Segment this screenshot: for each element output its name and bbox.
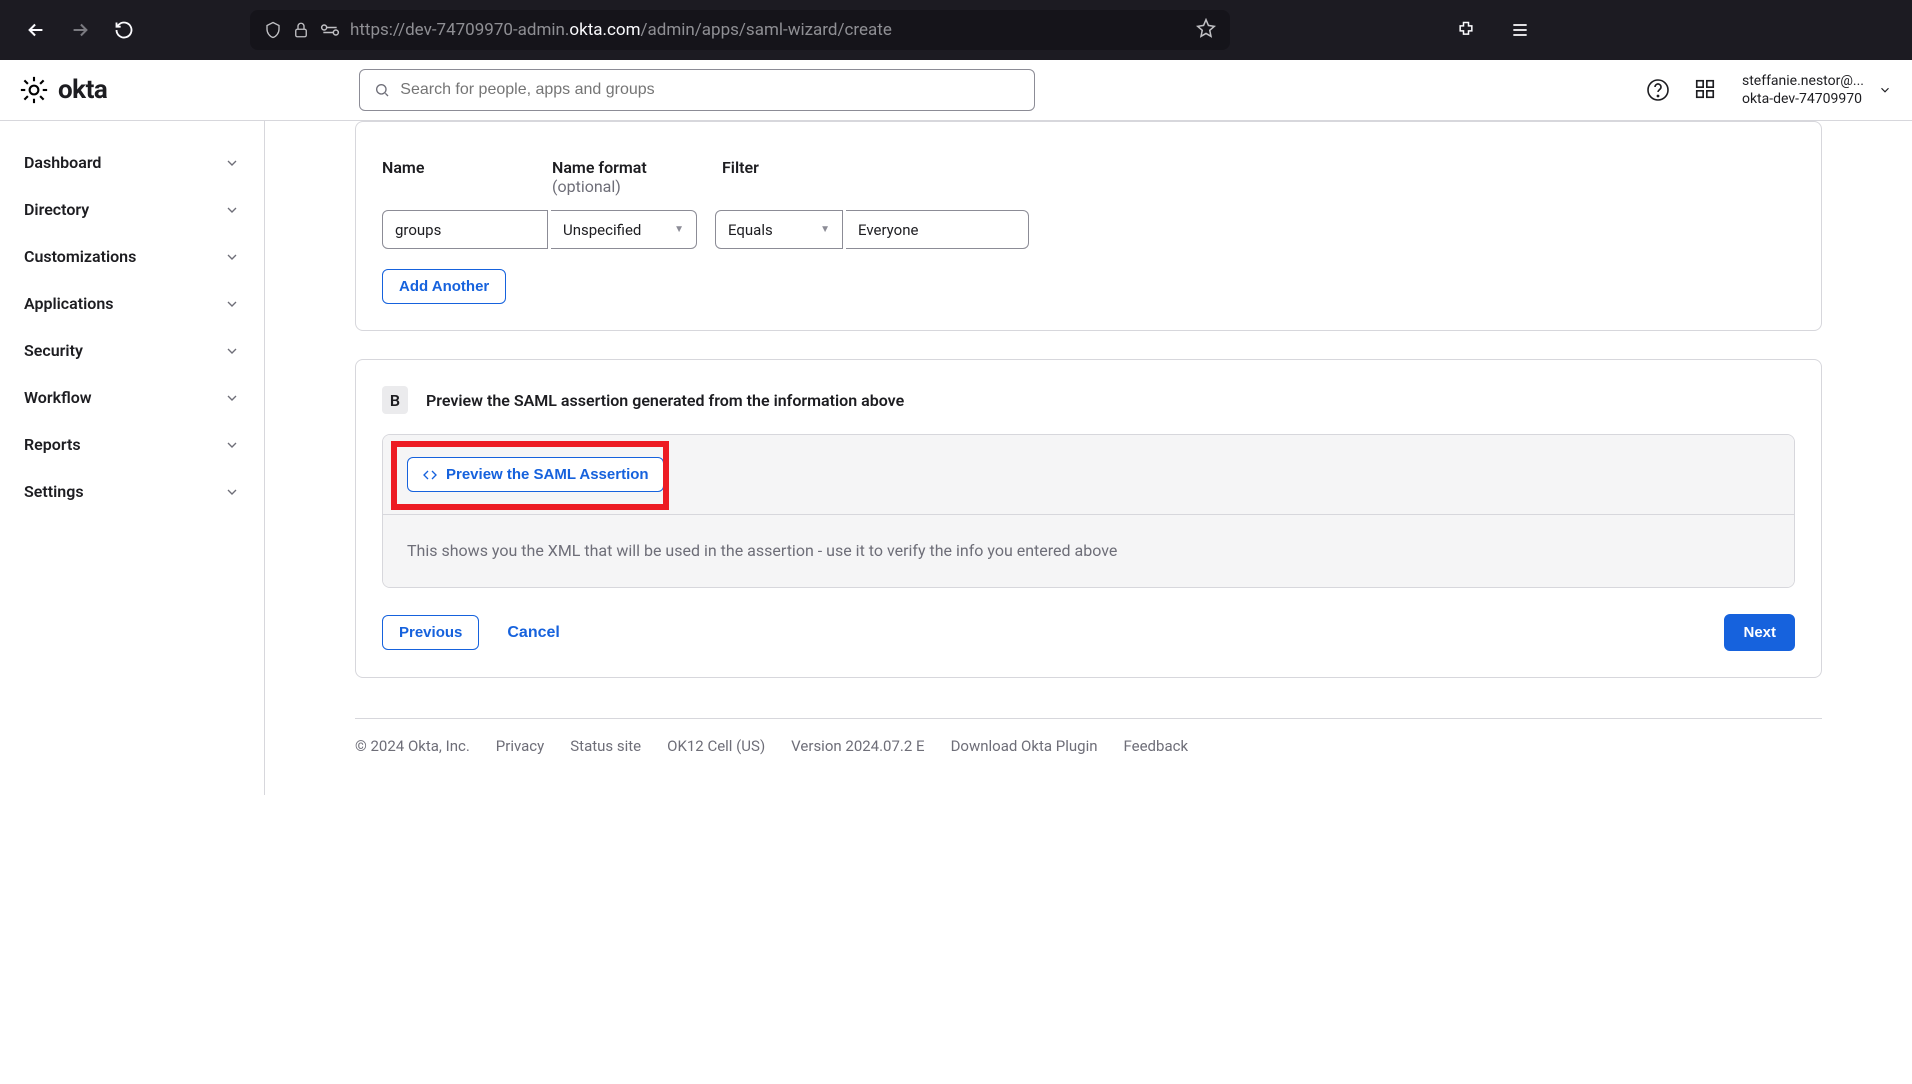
url-text: https://dev-74709970-admin.okta.com/admi… [350, 20, 892, 40]
previous-button[interactable]: Previous [382, 615, 479, 650]
group-attribute-card: Name Name format(optional) Filter groups… [355, 121, 1822, 331]
attr-name-input[interactable]: groups [382, 210, 548, 249]
okta-wordmark: okta [58, 75, 107, 105]
sidebar-item-reports[interactable]: Reports [0, 421, 264, 468]
page-footer: © 2024 Okta, Inc. Privacy Status site OK… [355, 718, 1822, 755]
footer-link-version[interactable]: Version 2024.07.2 E [791, 737, 924, 755]
chevron-down-icon [224, 202, 240, 218]
dropdown-arrow-icon: ▼ [820, 224, 830, 235]
back-button[interactable] [18, 12, 54, 48]
add-another-button[interactable]: Add Another [382, 269, 506, 304]
sidebar-nav: Dashboard Directory Customizations Appli… [0, 121, 265, 795]
chevron-down-icon [224, 296, 240, 312]
search-icon [374, 82, 390, 98]
chevron-down-icon [224, 484, 240, 500]
hamburger-menu-icon[interactable] [1502, 12, 1538, 48]
main-content: Name Name format(optional) Filter groups… [265, 121, 1912, 795]
app-header: okta steffanie.nestor@... okta-dev-74709… [0, 60, 1912, 121]
okta-logo[interactable]: okta [20, 75, 107, 105]
user-email: steffanie.nestor@... [1742, 72, 1864, 90]
search-input[interactable] [400, 81, 1020, 99]
section-b-title: Preview the SAML assertion generated fro… [426, 391, 904, 410]
user-org: okta-dev-74709970 [1742, 90, 1864, 108]
footer-link-cell[interactable]: OK12 Cell (US) [667, 737, 765, 755]
footer-link-privacy[interactable]: Privacy [496, 737, 544, 755]
apps-grid-icon[interactable] [1694, 78, 1718, 102]
footer-link-plugin[interactable]: Download Okta Plugin [951, 737, 1098, 755]
code-icon [422, 467, 438, 483]
sidebar-item-settings[interactable]: Settings [0, 468, 264, 515]
sidebar-item-applications[interactable]: Applications [0, 280, 264, 327]
shield-icon [264, 21, 282, 39]
dropdown-arrow-icon: ▼ [674, 224, 684, 235]
chevron-down-icon [224, 155, 240, 171]
chevron-down-icon [224, 343, 240, 359]
user-menu[interactable]: steffanie.nestor@... okta-dev-74709970 [1742, 72, 1892, 108]
chevron-down-icon [224, 437, 240, 453]
chevron-down-icon [1878, 83, 1892, 97]
footer-link-status[interactable]: Status site [570, 737, 641, 755]
preview-saml-card: B Preview the SAML assertion generated f… [355, 359, 1822, 678]
chevron-down-icon [224, 249, 240, 265]
section-badge: B [382, 386, 408, 414]
sidebar-item-dashboard[interactable]: Dashboard [0, 139, 264, 186]
bookmark-star-icon[interactable] [1196, 18, 1216, 42]
help-icon[interactable] [1646, 78, 1670, 102]
sidebar-item-directory[interactable]: Directory [0, 186, 264, 233]
sidebar-item-workflow[interactable]: Workflow [0, 374, 264, 421]
browser-toolbar: https://dev-74709970-admin.okta.com/admi… [0, 0, 1912, 60]
attr-format-select[interactable]: Unspecified▼ [551, 210, 697, 249]
attr-value-input[interactable]: Everyone [846, 210, 1029, 249]
footer-link-feedback[interactable]: Feedback [1124, 737, 1189, 755]
extensions-icon[interactable] [1448, 12, 1484, 48]
okta-sun-icon [20, 76, 48, 104]
address-bar[interactable]: https://dev-74709970-admin.okta.com/admi… [250, 10, 1230, 50]
reload-button[interactable] [106, 12, 142, 48]
column-header-format: Name format(optional) [552, 158, 722, 196]
copyright: © 2024 Okta, Inc. [355, 737, 470, 755]
column-header-name: Name [382, 158, 552, 196]
next-button[interactable]: Next [1724, 614, 1795, 651]
preview-saml-button[interactable]: Preview the SAML Assertion [407, 457, 664, 492]
lock-icon [292, 21, 310, 39]
permissions-icon [320, 23, 340, 37]
column-header-filter: Filter [722, 158, 892, 196]
attr-filter-select[interactable]: Equals▼ [715, 210, 843, 249]
forward-button[interactable] [62, 12, 98, 48]
attribute-row: groups Unspecified▼ Equals▼ Everyone [382, 210, 1795, 249]
preview-panel: Preview the SAML Assertion This shows yo… [382, 434, 1795, 588]
cancel-button[interactable]: Cancel [507, 624, 559, 642]
sidebar-item-customizations[interactable]: Customizations [0, 233, 264, 280]
global-search[interactable] [359, 69, 1035, 111]
preview-description: This shows you the XML that will be used… [383, 514, 1794, 587]
sidebar-item-security[interactable]: Security [0, 327, 264, 374]
chevron-down-icon [224, 390, 240, 406]
